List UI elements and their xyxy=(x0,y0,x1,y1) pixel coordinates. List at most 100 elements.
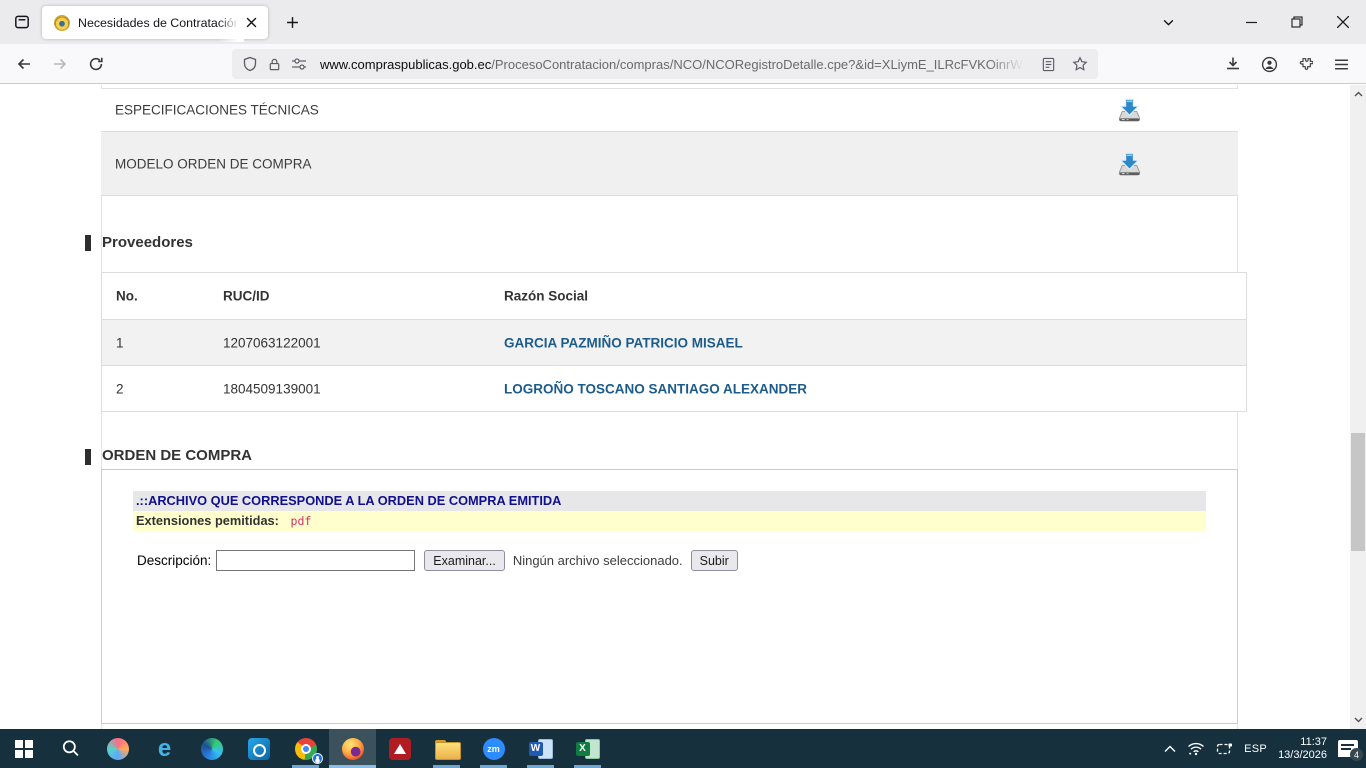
extensiones-value: pdf xyxy=(291,514,312,528)
cast-display-icon[interactable] xyxy=(1216,742,1233,756)
row-number: 1 xyxy=(116,335,124,350)
tab-close-icon[interactable] xyxy=(242,14,260,32)
site-favicon-icon xyxy=(54,15,70,31)
chrome-profile-badge xyxy=(312,753,323,764)
start-button[interactable] xyxy=(0,729,47,768)
taskbar-file-explorer-button[interactable] xyxy=(423,729,470,768)
subir-button[interactable]: Subir xyxy=(691,550,738,571)
orden-de-compra-panel: .::ARCHIVO QUE CORRESPONDE A LA ORDEN DE… xyxy=(101,469,1238,724)
clock-time: 11:37 xyxy=(1278,736,1327,749)
taskbar-excel-button[interactable]: X xyxy=(564,729,611,768)
column-header-no: No. xyxy=(116,289,138,304)
no-file-selected-text: Ningún archivo seleccionado. xyxy=(513,553,683,568)
page-content: ESPECIFICACIONES TÉCNICAS MODELO ORDEN D… xyxy=(0,85,1366,729)
extensiones-label: Extensiones pemitidas: xyxy=(136,513,279,528)
table-row: 1 1207063122001 GARCIA PAZMIÑO PATRICIO … xyxy=(102,319,1246,365)
descripcion-input[interactable] xyxy=(216,550,415,571)
edge-icon xyxy=(201,738,223,760)
examinar-button[interactable]: Examinar... xyxy=(424,550,505,571)
page-scrollbar[interactable] xyxy=(1350,85,1366,729)
browser-toolbar: www.compraspublicas.gob.ec/ProcesoContra… xyxy=(0,44,1366,84)
window-minimize-button[interactable] xyxy=(1228,0,1274,44)
language-indicator[interactable]: ESP xyxy=(1244,743,1267,755)
tracking-shield-icon[interactable] xyxy=(242,56,258,72)
extensiones-strip: Extensiones pemitidas: pdf xyxy=(133,511,1206,531)
taskbar-edge-button[interactable] xyxy=(188,729,235,768)
downloads-icon[interactable] xyxy=(1218,49,1248,79)
row-number: 2 xyxy=(116,381,124,396)
proveedores-heading: Proveedores xyxy=(102,234,193,251)
windows-taskbar: e zm W X ESP 11:37 xyxy=(0,729,1366,768)
menu-hamburger-icon[interactable] xyxy=(1326,49,1356,79)
download-drive-icon[interactable] xyxy=(1113,95,1146,126)
taskbar-firefox-button[interactable] xyxy=(329,729,376,768)
system-tray: ESP 11:37 13/3/2026 4 xyxy=(1164,729,1358,768)
row-ruc: 1804509139001 xyxy=(223,381,321,396)
taskbar-word-button[interactable]: W xyxy=(517,729,564,768)
table-row: ESPECIFICACIONES TÉCNICAS xyxy=(101,89,1238,132)
table-row: 2 1804509139001 LOGROÑO TOSCANO SANTIAGO… xyxy=(102,365,1246,411)
screen: Necesidades de Contratación y xyxy=(0,0,1366,768)
column-header-ruc: RUC/ID xyxy=(223,289,270,304)
firefox-view-icon[interactable] xyxy=(8,8,36,36)
window-close-button[interactable] xyxy=(1320,0,1366,44)
search-icon xyxy=(61,739,81,759)
taskbar-internet-explorer-button[interactable]: e xyxy=(141,729,188,768)
tray-chevron-up-icon[interactable] xyxy=(1164,745,1176,753)
taskbar-chrome-button[interactable] xyxy=(282,729,329,768)
table-row: MODELO ORDEN DE COMPRA xyxy=(101,132,1238,196)
notification-center-button[interactable]: 4 xyxy=(1338,740,1358,757)
taskbar-search-button[interactable] xyxy=(47,729,94,768)
taskbar-outlook-button[interactable] xyxy=(235,729,282,768)
account-icon[interactable] xyxy=(1254,49,1284,79)
scrollbar-down-icon[interactable] xyxy=(1350,712,1366,728)
extensions-puzzle-icon[interactable] xyxy=(1290,49,1320,79)
wifi-icon[interactable] xyxy=(1187,741,1205,756)
taskbar-copilot-button[interactable] xyxy=(94,729,141,768)
browser-tab-strip: Necesidades de Contratación y xyxy=(0,0,1366,44)
upload-form: Descripción: Examinar... Ningún archivo … xyxy=(137,549,738,572)
reader-view-icon[interactable] xyxy=(1041,57,1056,72)
list-all-tabs-icon[interactable] xyxy=(1154,8,1182,36)
section-marker xyxy=(85,449,91,465)
firefox-icon xyxy=(342,738,364,760)
url-fade xyxy=(988,51,1036,77)
scrollbar-thumb[interactable] xyxy=(1351,433,1365,551)
bookmark-star-icon[interactable] xyxy=(1072,56,1088,72)
tab-title-fade xyxy=(218,14,244,42)
forward-button[interactable] xyxy=(45,49,75,79)
file-explorer-icon xyxy=(435,740,459,758)
url-text[interactable]: www.compraspublicas.gob.ec/ProcesoContra… xyxy=(320,57,1035,72)
word-icon: W xyxy=(529,738,553,760)
url-bar[interactable]: www.compraspublicas.gob.ec/ProcesoContra… xyxy=(232,49,1098,79)
document-label: MODELO ORDEN DE COMPRA xyxy=(115,156,312,171)
proveedores-table: No. RUC/ID Razón Social 1 1207063122001 … xyxy=(101,272,1247,412)
copilot-icon xyxy=(107,738,129,760)
row-ruc: 1207063122001 xyxy=(223,335,321,350)
outlook-icon xyxy=(248,738,270,760)
new-tab-button[interactable] xyxy=(278,8,306,36)
proveedor-link[interactable]: GARCIA PAZMIÑO PATRICIO MISAEL xyxy=(504,335,743,350)
documents-table: ESPECIFICACIONES TÉCNICAS MODELO ORDEN D… xyxy=(101,88,1238,196)
clock[interactable]: 11:37 13/3/2026 xyxy=(1278,736,1327,762)
url-path: /ProcesoContratacion/compras/NCO/NCORegi… xyxy=(491,57,1022,72)
taskbar-zoom-button[interactable]: zm xyxy=(470,729,517,768)
internet-explorer-icon: e xyxy=(158,738,171,760)
descripcion-label: Descripción: xyxy=(137,553,211,568)
back-button[interactable] xyxy=(9,49,39,79)
scrollbar-up-icon[interactable] xyxy=(1350,86,1366,102)
window-restore-button[interactable] xyxy=(1274,0,1320,44)
url-host: www.compraspublicas.gob.ec xyxy=(320,57,491,72)
reload-button[interactable] xyxy=(81,49,111,79)
taskbar-acrobat-button[interactable] xyxy=(376,729,423,768)
excel-icon: X xyxy=(576,738,600,760)
zoom-icon: zm xyxy=(483,738,505,760)
notification-badge: 4 xyxy=(1350,748,1363,761)
proveedor-link[interactable]: LOGROÑO TOSCANO SANTIAGO ALEXANDER xyxy=(504,381,807,396)
browser-tab[interactable]: Necesidades de Contratación y xyxy=(42,6,268,39)
permissions-icon[interactable] xyxy=(291,57,307,71)
section-marker xyxy=(85,235,91,251)
lock-icon[interactable] xyxy=(267,57,282,72)
download-drive-icon[interactable] xyxy=(1113,148,1146,179)
column-header-razon-social: Razón Social xyxy=(504,289,588,304)
